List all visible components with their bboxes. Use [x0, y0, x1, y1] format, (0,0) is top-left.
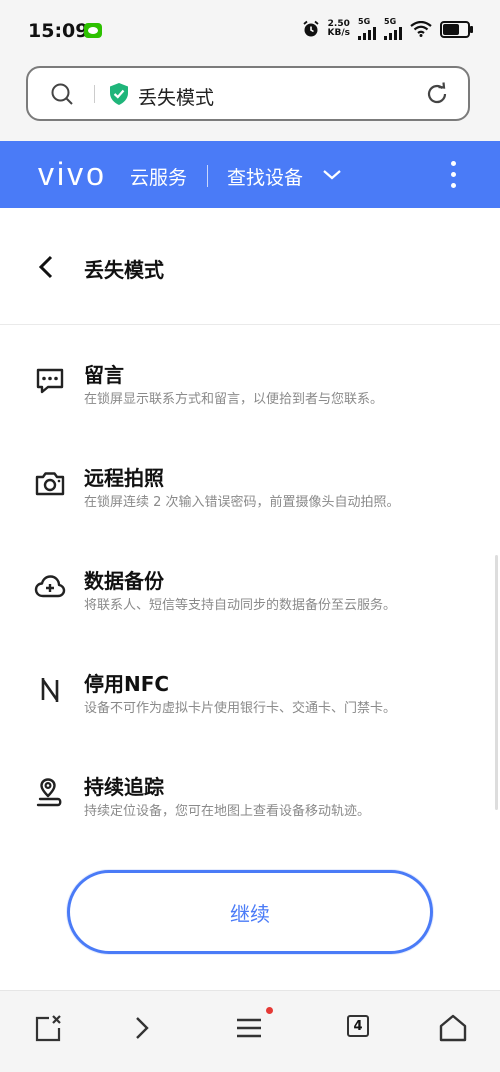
camera-icon — [35, 472, 65, 496]
signal-bars-icon — [358, 26, 376, 40]
wechat-notification-icon — [84, 23, 102, 38]
feature-title: 持续追踪 — [84, 775, 164, 799]
status-indicators: 2.50 KB/s 5G 5G — [302, 18, 473, 40]
network-speed: 2.50 KB/s — [327, 19, 350, 38]
feature-desc: 持续定位设备，您可在地图上查看设备移动轨迹。 — [84, 804, 371, 819]
header-divider — [207, 165, 208, 187]
location-track-icon — [36, 778, 62, 807]
wifi-icon — [410, 21, 432, 37]
alarm-icon — [302, 20, 319, 37]
secure-shield-icon — [110, 83, 128, 105]
feature-desc: 在锁屏连续 2 次输入错误密码，前置摄像头自动拍照。 — [84, 495, 400, 510]
section-selector[interactable]: 查找设备 — [227, 163, 303, 190]
nfc-icon — [41, 678, 59, 702]
status-bar: 15:09 2.50 KB/s 5G 5G — [0, 0, 500, 62]
feature-title: 留言 — [84, 363, 124, 387]
continue-button[interactable]: 继续 — [67, 870, 433, 954]
chevron-down-icon[interactable] — [322, 169, 342, 181]
back-arrow-icon[interactable] — [36, 254, 58, 280]
address-divider — [94, 85, 95, 103]
notification-dot — [266, 1007, 273, 1014]
page-title-bar: 丢失模式 — [0, 208, 500, 325]
tabs-count: 4 — [347, 1015, 369, 1037]
more-menu-icon[interactable] — [451, 161, 456, 194]
feature-desc: 在锁屏显示联系方式和留言，以便拾到者与您联系。 — [84, 392, 384, 407]
service-label: 云服务 — [130, 167, 188, 189]
feature-item-message: 留言 在锁屏显示联系方式和留言，以便拾到者与您联系。 — [0, 325, 500, 415]
tabs-button[interactable]: 4 — [345, 1013, 375, 1043]
reload-icon[interactable] — [424, 81, 450, 107]
cloud-backup-icon — [34, 575, 66, 598]
signal-5g-1: 5G — [358, 18, 376, 40]
browser-bottom-nav: 4 — [0, 990, 500, 1072]
battery-icon — [440, 20, 473, 38]
scrollbar[interactable] — [495, 555, 498, 810]
feature-item-remote-photo: 远程拍照 在锁屏连续 2 次输入错误密码，前置摄像头自动拍照。 — [0, 428, 500, 518]
feature-item-disable-nfc: 停用NFC 设备不可作为虚拟卡片使用银行卡、交通卡、门禁卡。 — [0, 634, 500, 724]
menu-icon[interactable] — [234, 1013, 264, 1043]
search-icon[interactable] — [50, 82, 74, 106]
signal-5g-2: 5G — [384, 18, 402, 40]
status-time: 15:09 — [28, 20, 89, 42]
address-title[interactable]: 丢失模式 — [138, 83, 214, 110]
feature-desc: 设备不可作为虚拟卡片使用银行卡、交通卡、门禁卡。 — [84, 701, 397, 716]
feature-item-data-backup: 数据备份 将联系人、短信等支持自动同步的数据备份至云服务。 — [0, 531, 500, 621]
feature-title: 数据备份 — [84, 569, 164, 593]
feature-desc: 将联系人、短信等支持自动同步的数据备份至云服务。 — [84, 598, 397, 613]
signal-bars-icon — [384, 26, 402, 40]
feature-title: 停用NFC — [84, 672, 170, 696]
message-icon — [36, 368, 64, 394]
home-icon[interactable] — [438, 1013, 468, 1043]
feature-title: 远程拍照 — [84, 466, 164, 490]
page-title: 丢失模式 — [84, 258, 164, 282]
forward-icon[interactable] — [127, 1013, 157, 1043]
vivo-logo: vivo — [38, 156, 107, 192]
app-header: vivo 云服务 查找设备 — [0, 141, 500, 208]
feature-item-continuous-tracking: 持续追踪 持续定位设备，您可在地图上查看设备移动轨迹。 — [0, 737, 500, 827]
address-bar[interactable]: 丢失模式 — [26, 66, 470, 121]
close-page-icon[interactable] — [34, 1013, 64, 1043]
